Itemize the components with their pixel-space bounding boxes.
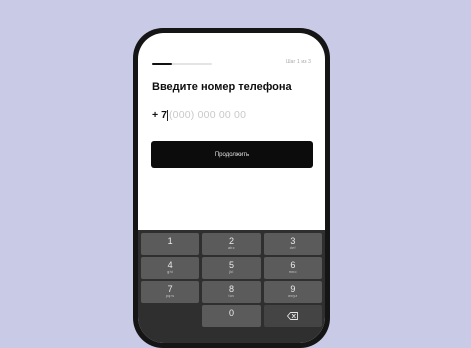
key-letters: wxyz: [288, 294, 298, 298]
backspace-icon: [287, 312, 299, 320]
key-letters: pqrs: [165, 294, 175, 298]
progress-bar-fill: [152, 63, 172, 65]
key-1[interactable]: 1: [141, 233, 200, 255]
delete-key[interactable]: [263, 305, 322, 327]
progress-bar: [152, 63, 212, 65]
key-letters: def: [289, 246, 296, 250]
key-letters: abc: [228, 246, 235, 250]
phone-device: Шаг 1 из 3 Введите номер телефона + 7 (0…: [133, 28, 330, 348]
keyboard-row: 1 2 abc 3 def: [141, 233, 322, 255]
key-9[interactable]: 9 wxyz: [263, 281, 322, 303]
key-letters: jkl: [229, 270, 234, 274]
key-digit: 5: [228, 260, 234, 270]
key-digit: 4: [167, 260, 173, 270]
step-indicator: Шаг 1 из 3: [285, 59, 311, 65]
keyboard-row: 7 pqrs 8 tuv 9 wxyz: [141, 281, 322, 303]
key-digit: 8: [228, 284, 234, 294]
key-letters: mno: [288, 270, 297, 274]
key-digit: 6: [290, 260, 296, 270]
key-7[interactable]: 7 pqrs: [141, 281, 200, 303]
key-digit: 7: [167, 284, 173, 294]
numeric-keyboard: 1 2 abc 3 def 4 ghi 5 jkl 6 mno 7 pqrs 8…: [138, 230, 325, 343]
key-digit: 9: [290, 284, 296, 294]
phone-plus-sign: +: [152, 109, 159, 121]
key-digit: 1: [167, 236, 173, 246]
phone-country-code: 7: [161, 109, 167, 121]
key-empty: [141, 305, 199, 327]
key-5[interactable]: 5 jkl: [202, 257, 261, 279]
phone-number-input[interactable]: + 7 (000) 000 00 00: [152, 108, 246, 122]
key-digit: 3: [290, 236, 296, 246]
key-letters: ghi: [167, 270, 174, 274]
keyboard-row: 0: [141, 305, 322, 327]
continue-button[interactable]: Продолжить: [151, 141, 313, 168]
key-digit: 2: [228, 236, 234, 246]
phone-screen: Шаг 1 из 3 Введите номер телефона + 7 (0…: [138, 33, 325, 343]
key-4[interactable]: 4 ghi: [141, 257, 200, 279]
key-6[interactable]: 6 mno: [263, 257, 322, 279]
keyboard-row: 4 ghi 5 jkl 6 mno: [141, 257, 322, 279]
key-letters: tuv: [228, 294, 235, 298]
key-3[interactable]: 3 def: [263, 233, 322, 255]
key-2[interactable]: 2 abc: [202, 233, 261, 255]
phone-placeholder: (000) 000 00 00: [168, 109, 247, 121]
key-0[interactable]: 0: [202, 305, 261, 327]
page-title: Введите номер телефона: [152, 81, 292, 93]
key-8[interactable]: 8 tuv: [202, 281, 261, 303]
key-digit: 0: [228, 308, 234, 318]
